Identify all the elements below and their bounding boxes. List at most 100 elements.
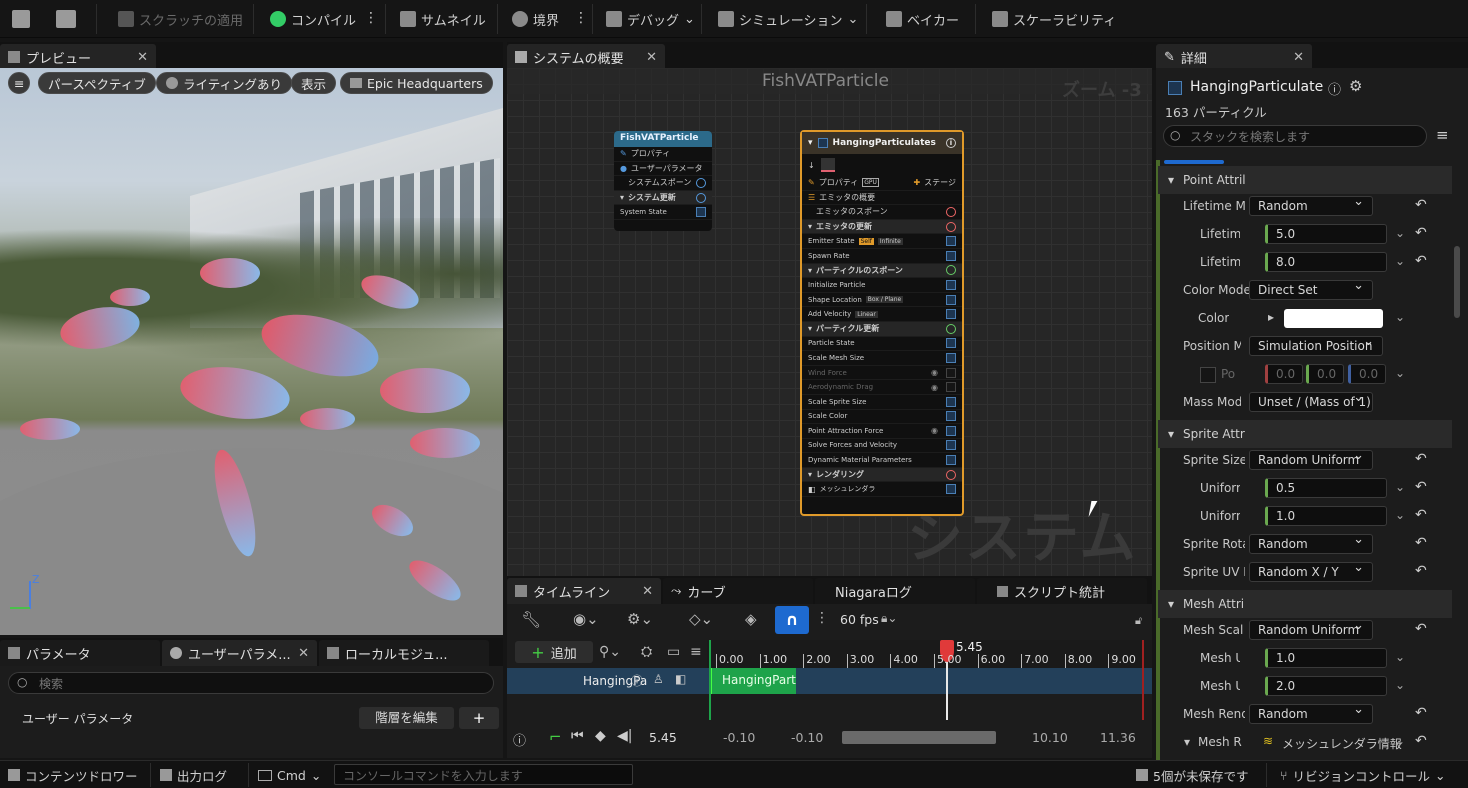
add-velocity-row[interactable]: Add Velocity Linear [802, 307, 962, 322]
filter-icon[interactable]: ≡ [1436, 126, 1449, 144]
emitter-enabled-checkbox[interactable] [1168, 81, 1182, 95]
view-range-end[interactable]: 11.36 [1100, 730, 1136, 745]
enabled-checkbox[interactable] [946, 250, 956, 261]
scrollbar-thumb[interactable] [1454, 246, 1460, 318]
enabled-checkbox[interactable] [946, 455, 956, 466]
eye-icon[interactable]: ◉ [931, 426, 938, 435]
key-icon[interactable]: ◇⌄ [689, 610, 713, 628]
lifetime-min-field[interactable]: 5.0 [1265, 224, 1387, 244]
position-z-field[interactable]: 0.0 [1348, 364, 1386, 384]
debug-button[interactable]: デバッグ ⌄ [606, 8, 695, 30]
collapse-icon[interactable]: ▾ [808, 138, 813, 148]
working-range-end[interactable]: 10.10 [1032, 730, 1068, 745]
close-icon[interactable]: ✕ [1293, 50, 1304, 65]
loop-start-icon[interactable]: ⌐ [549, 728, 562, 746]
track-menu-icon[interactable]: ≡ [690, 644, 702, 660]
chevron-down-icon[interactable]: ⌄ [1395, 508, 1405, 522]
timeline-scrollbar[interactable] [842, 731, 996, 744]
position-override-checkbox[interactable] [1200, 367, 1216, 383]
dynamic-material-row[interactable]: Dynamic Material Parameters [802, 453, 962, 468]
particle-state-row[interactable]: Particle State [802, 337, 962, 352]
step-back-icon[interactable]: ◀| [617, 728, 632, 744]
lifetime-mode-dropdown[interactable]: Random [1249, 196, 1373, 216]
disabled-checkbox[interactable] [946, 367, 956, 378]
enabled-checkbox[interactable] [946, 425, 956, 436]
solve-forces-row[interactable]: Solve Forces and Velocity [802, 439, 962, 454]
save-icon[interactable] [12, 10, 30, 28]
position-x-field[interactable]: 0.0 [1265, 364, 1303, 384]
reset-icon[interactable]: ↶ [1415, 253, 1427, 269]
mass-mode-dropdown[interactable]: Unset / (Mass of 1) [1249, 392, 1373, 412]
emitter-node[interactable]: ▾ HangingParticulates i ↓ ✎ プロパティ GPU ✚ ステージ… [800, 130, 964, 516]
wind-force-row[interactable]: Wind Force ◉ [802, 366, 962, 381]
emitter-state-row[interactable]: Emitter State Self Infinite [802, 234, 962, 249]
info-icon[interactable]: ⓘ [1328, 79, 1341, 98]
expand-icon[interactable]: ▸ [1268, 310, 1274, 324]
enabled-checkbox[interactable] [946, 309, 956, 320]
tab-preview[interactable]: プレビュー ✕ [0, 44, 156, 70]
baker-button[interactable]: ベイカー [886, 8, 959, 30]
perspective-button[interactable]: パースペクティブ [38, 72, 156, 94]
tab-details[interactable]: ✎ 詳細 ✕ [1156, 44, 1312, 70]
thumbnail-button[interactable]: サムネイル [400, 8, 486, 30]
point-attributes-section[interactable]: ▾ Point Attril [1158, 166, 1452, 194]
view-range-start[interactable]: -0.10 [723, 730, 755, 745]
close-icon[interactable]: ✕ [298, 646, 309, 661]
add-module-icon[interactable] [946, 323, 956, 334]
snap-options-icon[interactable]: ⋮ [815, 610, 829, 626]
spawn-rate-row[interactable]: Spawn Rate [802, 249, 962, 264]
sprite-size-dropdown[interactable]: Random Uniform [1249, 450, 1373, 470]
add-module-icon[interactable] [946, 206, 956, 217]
particle-update-row[interactable]: ▾ パーティクル更新 [802, 321, 962, 337]
reset-icon[interactable]: ↶ [1415, 563, 1427, 579]
output-log-button[interactable]: 出力ログ [160, 764, 227, 786]
console-input[interactable]: コンソールコマンドを入力します [334, 764, 633, 785]
eye-icon[interactable]: ◉⌄ [573, 610, 599, 628]
add-module-icon[interactable] [696, 192, 706, 203]
browse-icon[interactable] [56, 10, 76, 28]
enabled-checkbox[interactable] [696, 207, 706, 218]
enabled-checkbox[interactable] [946, 411, 956, 422]
emitter-enabled-checkbox[interactable] [817, 138, 828, 148]
scale-color-row[interactable]: Scale Color [802, 410, 962, 425]
enabled-checkbox[interactable] [946, 338, 956, 349]
mesh-render-dropdown[interactable]: Random [1249, 704, 1373, 724]
snap-settings-icon[interactable]: ⚙⌄ [627, 610, 653, 628]
sprite-rotation-dropdown[interactable]: Random [1249, 534, 1373, 554]
particle-spawn-row[interactable]: ▾ パーティクルのスポーン [802, 263, 962, 279]
lighting-button[interactable]: ライティングあり [156, 72, 293, 94]
shape-location-row[interactable]: Shape Location Box / Plane [802, 293, 962, 308]
mesh-uniform-max-field[interactable]: 2.0 [1265, 676, 1387, 696]
tab-niagara-log[interactable]: Niagaraログ [815, 578, 975, 604]
to-start-icon[interactable]: ⏮︎ [571, 728, 584, 744]
content-drawer-button[interactable]: コンテンツドロワー [8, 764, 138, 786]
system-properties-row[interactable]: ✎ プロパティ [614, 147, 712, 162]
compile-options-icon[interactable]: ⋮ [364, 10, 378, 26]
reset-icon[interactable]: ↶ [1415, 621, 1427, 637]
viewport-menu-button[interactable]: ≡ [8, 72, 30, 94]
track-view-icon[interactable]: ▭ [667, 644, 680, 660]
edit-hierarchy-button[interactable]: 階層を編集 [359, 707, 454, 729]
enabled-checkbox[interactable] [946, 294, 956, 305]
add-parameter-button[interactable]: + [459, 707, 499, 729]
sprite-attributes-section[interactable]: ▾ Sprite Attr [1158, 420, 1452, 448]
tab-curve[interactable]: ⤳ カーブ [663, 578, 813, 604]
info-icon[interactable]: ⓘ [631, 672, 643, 689]
reset-icon[interactable]: ↶ [1415, 507, 1427, 523]
current-time-field[interactable]: 5.45 [649, 730, 677, 745]
color-mode-dropdown[interactable]: Direct Set [1249, 280, 1373, 300]
reset-icon[interactable]: ↶ [1415, 225, 1427, 241]
chevron-down-icon[interactable]: ⌄ [1395, 678, 1405, 692]
emitter-summary-row[interactable]: ☰ エミッタの概要 [802, 191, 962, 206]
bounds-button[interactable]: 境界 [512, 8, 559, 30]
system-node[interactable]: FishVATParticle ✎ プロパティ ● ユーザーパラメータ システムスポ… [614, 131, 712, 231]
add-module-icon[interactable] [696, 177, 706, 188]
track-options-icon[interactable]: ⛭ [641, 644, 652, 660]
enabled-checkbox[interactable] [946, 440, 956, 451]
tab-local-modules[interactable]: ローカルモジュ... [319, 640, 489, 666]
chevron-down-icon[interactable]: ⌄ [1395, 226, 1405, 240]
point-attraction-row[interactable]: Point Attraction Force ◉ [802, 424, 962, 439]
tab-system-overview[interactable]: システムの概要 ✕ [507, 44, 665, 70]
tab-timeline[interactable]: タイムライン ✕ [507, 578, 661, 604]
revision-control-button[interactable]: ⑂ リビジョンコントロール ⌄ [1280, 764, 1446, 786]
